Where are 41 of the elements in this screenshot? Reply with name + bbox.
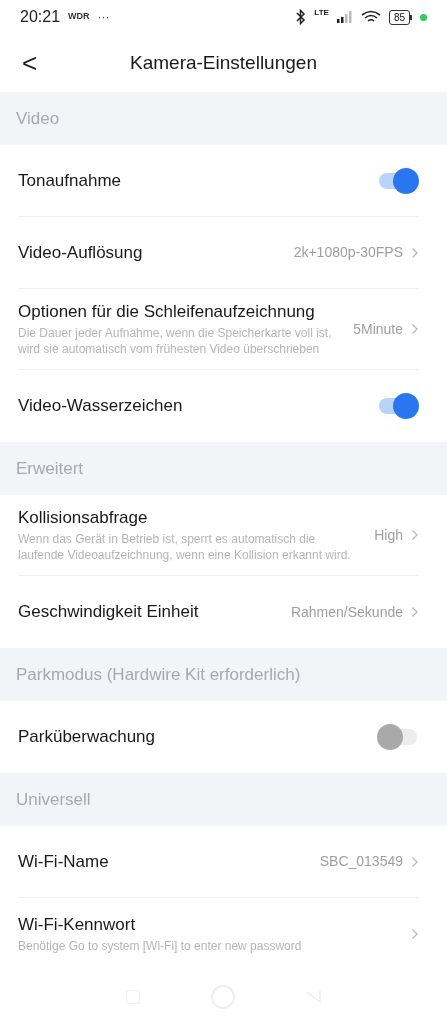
setting-label: Wi-Fi-Name (18, 850, 110, 873)
setting-value-link[interactable]: SBC_013549 (319, 851, 419, 873)
setting-description: Wenn das Gerät in Betrieb ist, sperrt es automatisch die laufende Videoaufzeichnung, wenn eine Kollision erkannt wird. (18, 531, 352, 564)
setting-value-link[interactable]: Rahmen/Sekunde (290, 601, 419, 623)
status-time: 20:21 (20, 7, 61, 28)
setting-value-link[interactable]: 2k+1080p-30FPS (293, 242, 419, 264)
setting-label: Tonaufnahme (18, 169, 123, 192)
section-header: Universell (16, 789, 91, 812)
network-label: LTE (314, 7, 329, 20)
carrier-label: WDR (68, 10, 90, 24)
chevron-right-icon (411, 855, 419, 868)
setting-label: Video-Auflösung (18, 241, 144, 264)
chevron-right-icon (411, 606, 419, 619)
chevron-right-icon (411, 246, 419, 259)
setting-description: Benötige Go to system [Wi-Fi] to enter new password (18, 938, 303, 955)
setting-description: Die Dauer jeder Aufnahme, wenn die Speicherkarte voll ist, wird sie automatisch vom frühesten Video überschrieben (18, 325, 333, 358)
setting-label: Parküberwachung (18, 726, 157, 749)
more-indicator: ··· (97, 9, 110, 27)
battery-indicator: 85 (388, 9, 412, 25)
setting-label: Kollisionsabfrage (18, 507, 149, 530)
setting-label: Video-Wasserzeichen (18, 395, 184, 418)
bluetooth-icon (296, 9, 307, 26)
setting-label: Geschwindigkeit Einheit (18, 601, 200, 624)
setting-label: Wi-Fi-Kennwort (18, 914, 137, 937)
signal-icon (336, 11, 353, 24)
chevron-right-icon (411, 928, 419, 941)
toggle-switch[interactable] (377, 167, 419, 194)
toggle-switch[interactable] (377, 393, 419, 420)
page-title: Kamera-Einstellungen (130, 51, 317, 75)
chevron-right-icon (411, 529, 419, 542)
section-header: Video (16, 108, 60, 131)
setting-label: Optionen für die Schleifenaufzeichnung (18, 301, 316, 324)
wifi-icon (360, 10, 381, 25)
toggle-switch[interactable] (377, 724, 419, 751)
section-header: Erweitert (16, 458, 84, 481)
back-button[interactable]: < (22, 50, 38, 77)
setting-value-link[interactable] (411, 928, 419, 941)
section-header: Parkmodus (Hardwire Kit erforderlich) (16, 664, 301, 687)
setting-value-link[interactable]: High (374, 524, 419, 546)
setting-value-link[interactable]: 5Minute (353, 318, 419, 340)
chevron-right-icon (411, 323, 419, 336)
